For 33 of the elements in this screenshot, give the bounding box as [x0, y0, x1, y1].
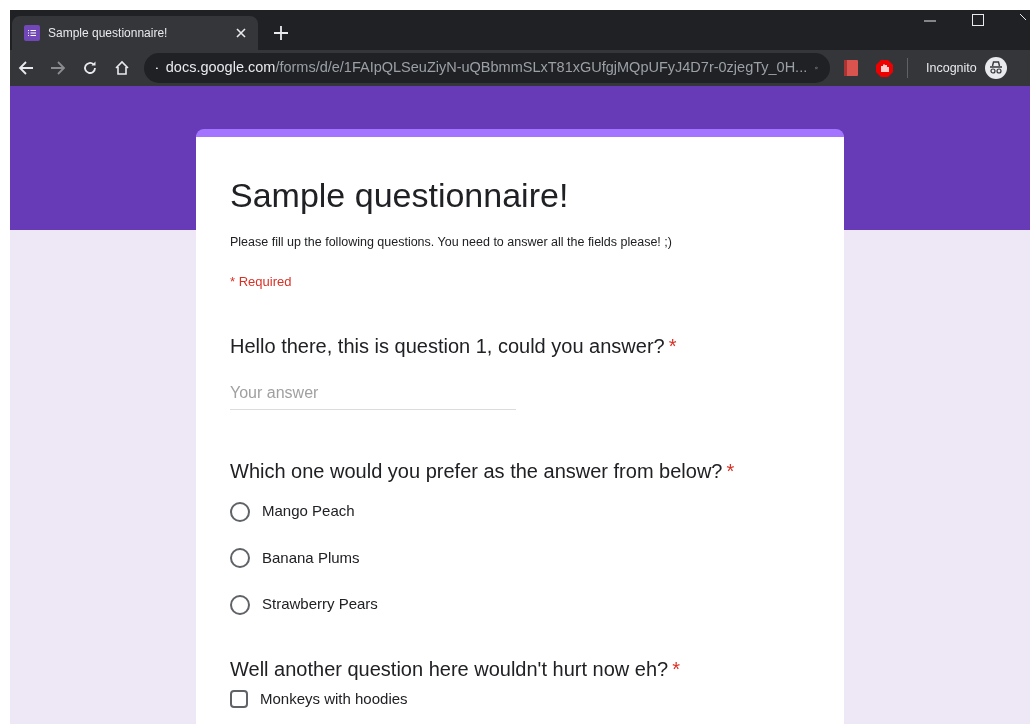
forward-icon[interactable]: [50, 60, 66, 76]
form-title: Sample questionnaire!: [230, 175, 570, 215]
question-title: Which one would you prefer as the answer from below?: [230, 459, 723, 485]
browser-tab[interactable]: Sample questionnaire!: [12, 16, 258, 50]
home-icon[interactable]: [114, 60, 130, 76]
maximize-icon[interactable]: [972, 14, 984, 26]
url-domain: docs.google.com: [165, 59, 276, 76]
reload-icon[interactable]: [82, 60, 98, 76]
form-icon: [24, 25, 40, 41]
required-asterisk: *: [726, 459, 735, 485]
form-description: Please fill up the following questions. You need to answer all the fields please! ;): [230, 234, 673, 251]
radio-button[interactable]: [230, 501, 250, 522]
required-asterisk: *: [668, 334, 677, 360]
option-label: Monkeys with hoodies: [260, 689, 408, 708]
url-path: /forms/d/e/1FAIpQLSeuZiyN-uQBbmmSLxT81xGUfgjMQpUFyJ4D7r-0zjegTy_0H...: [275, 59, 808, 76]
radio-button[interactable]: [230, 594, 250, 615]
checkbox[interactable]: [230, 689, 248, 708]
answer-field[interactable]: Your answer: [230, 381, 516, 411]
profile-label[interactable]: Incognito: [926, 58, 977, 78]
radio-button[interactable]: [230, 548, 250, 568]
new-tab-icon[interactable]: [274, 26, 288, 40]
option-label: Banana Plums: [262, 547, 360, 568]
question-title: Well another question here wouldn't hurt now eh?: [230, 656, 669, 682]
question-title: Hello there, this is question 1, could you answer?: [230, 334, 665, 360]
incognito-icon[interactable]: [984, 57, 1007, 79]
address-bar[interactable]: docs.google.com/forms/d/e/1FAIpQLSeuZiyN-uQBbmmSLxT81xGUfgjMQpUFyJ4D7r-0zjegTy_0H...: [144, 53, 830, 83]
required-asterisk: *: [672, 656, 680, 682]
tab-title: Sample questionnaire!: [48, 25, 169, 42]
option-label: Mango Peach: [262, 501, 355, 522]
hand-stop-icon[interactable]: [876, 59, 893, 77]
back-icon[interactable]: [18, 60, 34, 76]
option-label: Strawberry Pears: [262, 594, 378, 615]
required-note: * Required: [230, 272, 293, 291]
